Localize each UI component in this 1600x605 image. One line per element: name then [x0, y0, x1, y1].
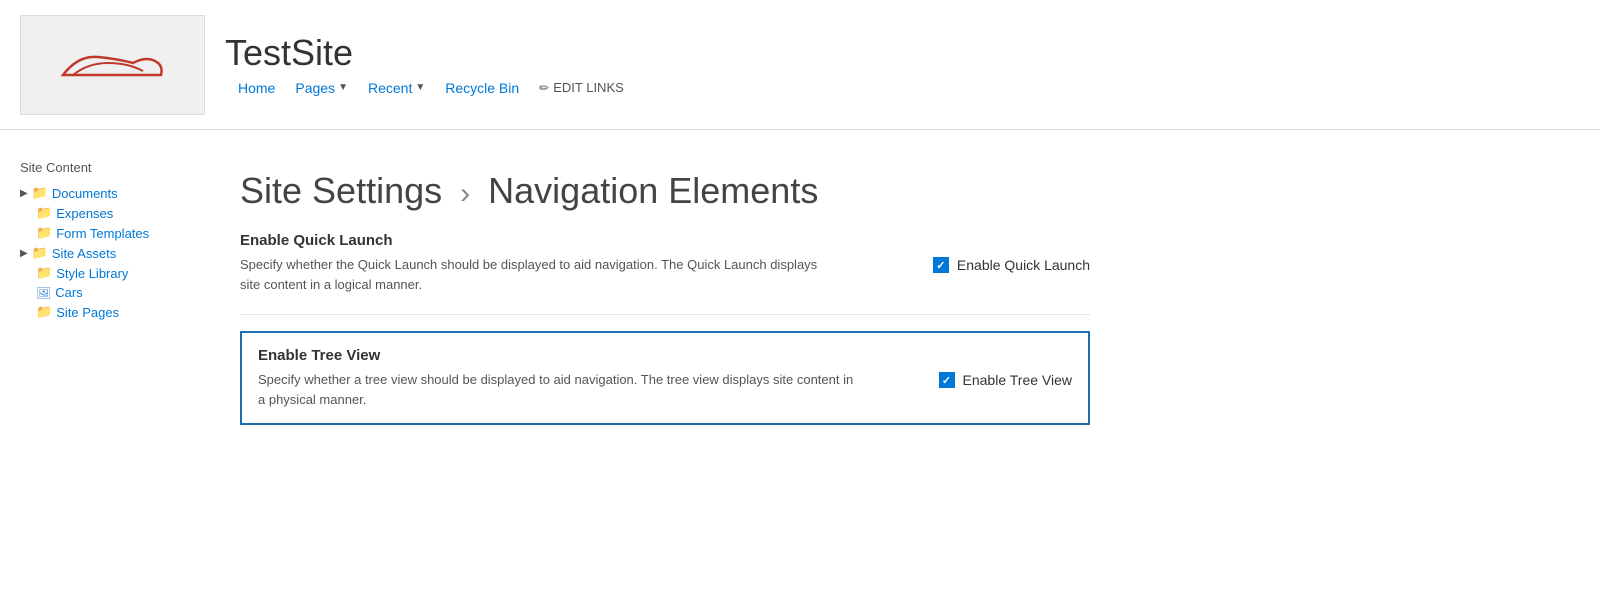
breadcrumb-part1: Site Settings	[240, 170, 442, 211]
section-divider	[240, 314, 1090, 315]
tree-view-control: Enable Tree View	[939, 370, 1072, 388]
sidebar-title: Site Content	[20, 160, 180, 175]
quick-launch-description: Specify whether the Quick Launch should …	[240, 255, 840, 294]
quick-launch-row: Specify whether the Quick Launch should …	[240, 255, 1090, 294]
nav-recent[interactable]: Recent ▼	[360, 78, 433, 98]
documents-toggle-icon: ▶	[20, 188, 28, 199]
pencil-icon: ✏	[539, 81, 549, 95]
quick-launch-title: Enable Quick Launch	[240, 232, 1090, 249]
sidebar-item-site-assets[interactable]: ▶ 📁 Site Assets	[20, 243, 180, 263]
quick-launch-control: Enable Quick Launch	[933, 255, 1090, 273]
style-library-folder-icon: 📁	[36, 265, 52, 281]
form-templates-folder-icon: 📁	[36, 225, 52, 241]
quick-launch-checkbox-label: Enable Quick Launch	[957, 257, 1090, 273]
tree-view-checkbox-label: Enable Tree View	[963, 372, 1072, 388]
site-assets-folder-icon: 📁	[32, 245, 48, 261]
sidebar-item-form-templates[interactable]: 📁 Form Templates	[20, 223, 180, 243]
quick-launch-section: Enable Quick Launch Specify whether the …	[240, 232, 1090, 294]
quick-launch-checkbox[interactable]	[933, 257, 949, 273]
header: TestSite Home Pages ▼ Recent ▼ Recycle B…	[0, 0, 1600, 130]
sidebar-item-documents[interactable]: ▶ 📁 Documents	[20, 183, 180, 203]
documents-folder-icon: 📁	[32, 185, 48, 201]
header-inner: TestSite Home Pages ▼ Recent ▼ Recycle B…	[225, 32, 632, 98]
site-logo	[43, 35, 183, 95]
main-layout: Site Content ▶ 📁 Documents 📁 Expenses 📁 …	[0, 130, 1600, 465]
pages-arrow-icon: ▼	[338, 82, 348, 93]
sidebar-item-cars[interactable]: 🖼 Cars	[20, 283, 180, 302]
tree-view-section: Enable Tree View Specify whether a tree …	[240, 331, 1090, 425]
sidebar-item-style-library[interactable]: 📁 Style Library	[20, 263, 180, 283]
edit-links-button[interactable]: ✏ EDIT LINKS	[531, 78, 632, 97]
site-pages-folder-icon: 📁	[36, 304, 52, 320]
page-title: Site Settings › Navigation Elements	[240, 170, 1560, 212]
tree-view-checkbox[interactable]	[939, 372, 955, 388]
nav-home[interactable]: Home	[230, 78, 283, 98]
sidebar-item-site-pages[interactable]: 📁 Site Pages	[20, 302, 180, 322]
tree-view-title: Enable Tree View	[258, 347, 1072, 364]
breadcrumb-part2: Navigation Elements	[488, 170, 818, 211]
tree-view-description: Specify whether a tree view should be di…	[258, 370, 858, 409]
logo-area	[20, 15, 205, 115]
main-content: Site Settings › Navigation Elements Enab…	[200, 150, 1600, 465]
header-top: TestSite	[225, 32, 632, 74]
nav-bar: Home Pages ▼ Recent ▼ Recycle Bin ✏ EDIT…	[225, 78, 632, 98]
expenses-folder-icon: 📁	[36, 205, 52, 221]
sidebar-item-expenses[interactable]: 📁 Expenses	[20, 203, 180, 223]
tree-view-row: Specify whether a tree view should be di…	[258, 370, 1072, 409]
nav-recycle-bin[interactable]: Recycle Bin	[437, 78, 527, 98]
breadcrumb-separator: ›	[460, 177, 470, 210]
site-assets-toggle-icon: ▶	[20, 248, 28, 259]
sidebar: Site Content ▶ 📁 Documents 📁 Expenses 📁 …	[0, 150, 200, 465]
nav-pages[interactable]: Pages ▼	[287, 78, 356, 98]
recent-arrow-icon: ▼	[415, 82, 425, 93]
cars-image-icon: 🖼	[36, 286, 51, 300]
site-title: TestSite	[225, 32, 353, 74]
